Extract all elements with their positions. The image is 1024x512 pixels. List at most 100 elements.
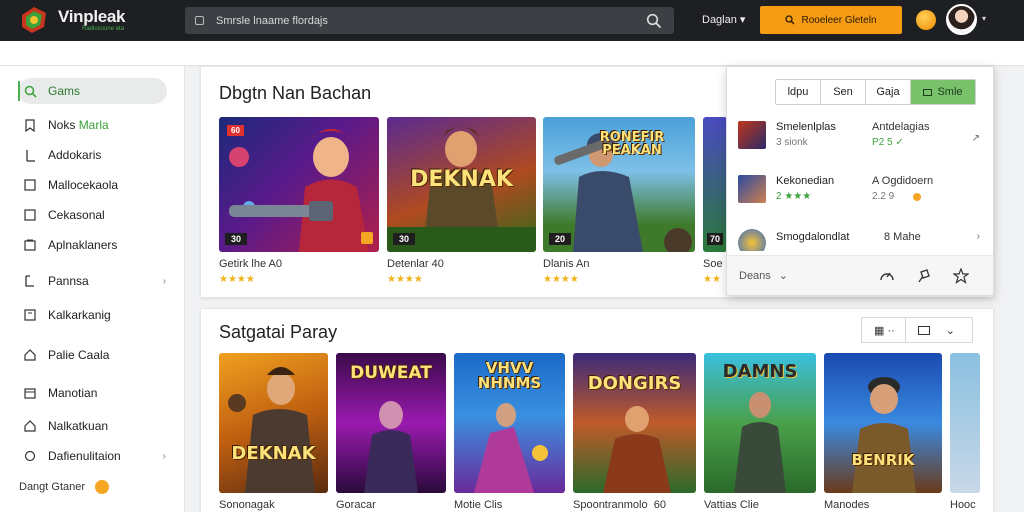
- layers-icon: [22, 237, 38, 253]
- sidebar-item-games[interactable]: Gams: [18, 78, 167, 104]
- language-selector[interactable]: Daglan ▾: [702, 13, 745, 26]
- chevron-down-icon[interactable]: ⌄: [946, 324, 955, 337]
- home-icon: [22, 347, 38, 363]
- sidebar-footer[interactable]: Dangt Gtaner: [19, 480, 110, 494]
- sidebar-item-mallocekaola[interactable]: Mallocekaola: [18, 172, 168, 198]
- game-card[interactable]: BENRIK: [824, 353, 942, 493]
- search-icon: [785, 15, 795, 25]
- bookmark-icon: [22, 117, 38, 133]
- deans-dropdown[interactable]: Deans ⌄: [739, 269, 788, 282]
- chevron-right-icon: ›: [162, 275, 166, 287]
- card-caption[interactable]: Hooc: [950, 499, 976, 511]
- sidebar-item-aplnaklaners[interactable]: Aplnaklaners: [18, 232, 168, 258]
- game-cover-art: [852, 377, 916, 493]
- search-placeholder: Smrsle lnaame flordajs: [216, 14, 328, 27]
- game-card[interactable]: VHVV NHNMS: [454, 353, 565, 493]
- card-badge: 20: [549, 233, 572, 245]
- cta-label: Rooeleer Gleteln: [801, 14, 877, 26]
- sidebar: Gams Noks Marla Addokaris Mallocekaola C…: [0, 66, 185, 512]
- cta-button[interactable]: Rooeleer Gleteln: [760, 6, 902, 34]
- grid-icon[interactable]: ▦ ··: [874, 324, 895, 337]
- sidebar-item-label: Kalkarkanig: [48, 308, 111, 322]
- tab-smle[interactable]: Smle: [911, 80, 975, 104]
- sidebar-item-label: Gams: [48, 84, 81, 98]
- sidebar-item-label: Palie Caala: [48, 348, 110, 362]
- list-item[interactable]: Smogdalondlat 8 Mahe ›: [738, 225, 984, 251]
- game-card[interactable]: RONEFIR PEAKAN 20: [543, 117, 695, 252]
- circle-icon: [22, 448, 38, 464]
- sidebar-item-kalkarkanig[interactable]: Kalkarkanig: [18, 302, 168, 328]
- card-caption[interactable]: Spoontranmolo 60: [573, 499, 666, 511]
- subheader-strip: [0, 41, 1024, 66]
- game-card[interactable]: DUWEAT: [336, 353, 446, 493]
- square-icon: [22, 177, 38, 193]
- card-caption[interactable]: Goracar: [336, 499, 376, 511]
- game-card[interactable]: 60 30: [219, 117, 379, 252]
- chevron-down-icon[interactable]: ▾: [982, 14, 986, 23]
- section-title: Satgatai Paray: [219, 322, 338, 342]
- sidebar-item-label: Addokaris: [48, 148, 102, 162]
- brand-tagline: Radiosoone eta: [82, 26, 125, 32]
- coin-icon[interactable]: [916, 10, 936, 30]
- sidebar-item-nalkatkuan[interactable]: Nalkatkuan: [18, 413, 168, 439]
- card-caption[interactable]: Vattias Clie: [704, 499, 759, 511]
- card-stars: ★★★★: [387, 274, 423, 285]
- sidebar-item-label: Aplnaklaners: [48, 238, 118, 252]
- game-card[interactable]: [950, 353, 980, 493]
- card-caption[interactable]: Manodes: [824, 499, 869, 511]
- sidebar-item-cekasonal[interactable]: Cekasonal: [18, 202, 168, 228]
- card-caption[interactable]: Getirk lhe A0: [219, 258, 282, 270]
- search-icon[interactable]: [646, 13, 662, 29]
- sidebar-item-palie-caala[interactable]: Palie Caala: [18, 342, 168, 368]
- cover-title: DEKNAK: [231, 443, 316, 464]
- brand[interactable]: Vinpleak Radiosoone eta: [58, 8, 126, 33]
- sidebar-item-manotian[interactable]: Manotian: [18, 380, 168, 406]
- sidebar-item-label: Noks: [48, 118, 76, 132]
- game-card[interactable]: DEKNAK 30: [387, 117, 536, 252]
- logo-icon[interactable]: [18, 5, 50, 35]
- search-bar[interactable]: Smrsle lnaame flordajs: [185, 7, 674, 34]
- item-subtitle-secondary: P2 5 ✓: [872, 137, 904, 148]
- gauge-icon[interactable]: [879, 268, 895, 284]
- game-thumbnail: [738, 175, 766, 203]
- pin-icon[interactable]: [915, 268, 931, 284]
- sidebar-item-label: Mallocekaola: [48, 178, 119, 192]
- square-icon: [22, 207, 38, 223]
- top-bar: Vinpleak Radiosoone eta Smrsle lnaame fl…: [0, 0, 1024, 41]
- search-icon: [22, 83, 38, 99]
- category-panel: Satgatai Paray ▦ ·· ⌄ DEKNAK Sononagak D…: [200, 308, 994, 512]
- item-name-secondary: Antdelagias: [872, 121, 930, 133]
- tab-gaja[interactable]: Gaja: [866, 80, 911, 104]
- sidebar-item-label: Nalkatkuan: [48, 419, 109, 433]
- game-card[interactable]: DAMNS: [704, 353, 816, 493]
- item-name: Kekonedian: [776, 175, 835, 187]
- game-card[interactable]: DONGIRS: [573, 353, 696, 493]
- game-thumbnail: [738, 121, 766, 149]
- sidebar-footer-label: Dangt Gtaner: [19, 481, 86, 493]
- cover-title: RONEFIR PEAKAN: [599, 130, 665, 158]
- list-item[interactable]: Smelenlplas 3 sionk Antdelagias P2 5 ✓ ↗: [738, 117, 984, 157]
- card-caption[interactable]: Soe: [703, 258, 723, 270]
- sidebar-item-noks[interactable]: Noks Marla: [18, 112, 168, 138]
- star-icon[interactable]: [953, 268, 969, 284]
- rating-icon: [361, 232, 373, 244]
- sidebar-item-dafienulitaion[interactable]: Dafienulitaion ›: [18, 443, 168, 469]
- sidebar-item-pannsa[interactable]: Pannsa ›: [18, 268, 168, 294]
- card-stars: ★★: [703, 274, 721, 285]
- list-view-icon[interactable]: [917, 325, 930, 335]
- card-caption[interactable]: Dlanis An: [543, 258, 589, 270]
- game-card[interactable]: DEKNAK: [219, 353, 328, 493]
- card-caption[interactable]: Motie Clis: [454, 499, 502, 511]
- card-caption[interactable]: Detenlar 40: [387, 258, 444, 270]
- tab-sen[interactable]: Sen: [821, 80, 866, 104]
- cover-title: DONGIRS: [587, 373, 682, 394]
- game-card[interactable]: 70: [703, 117, 727, 252]
- list-item[interactable]: Kekonedian 2 ★★★ A Ogdidoern 2.2 9: [738, 171, 984, 211]
- chevron-down-icon: ▾: [736, 14, 746, 26]
- card-caption[interactable]: Sononagak: [219, 499, 275, 511]
- card-stars: ★★★★: [543, 274, 579, 285]
- tab-ldpu[interactable]: ldpu: [776, 80, 821, 104]
- item-subtitle: 3 sionk: [776, 137, 808, 148]
- sidebar-item-addokaris[interactable]: Addokaris: [18, 142, 168, 168]
- avatar[interactable]: [946, 4, 977, 35]
